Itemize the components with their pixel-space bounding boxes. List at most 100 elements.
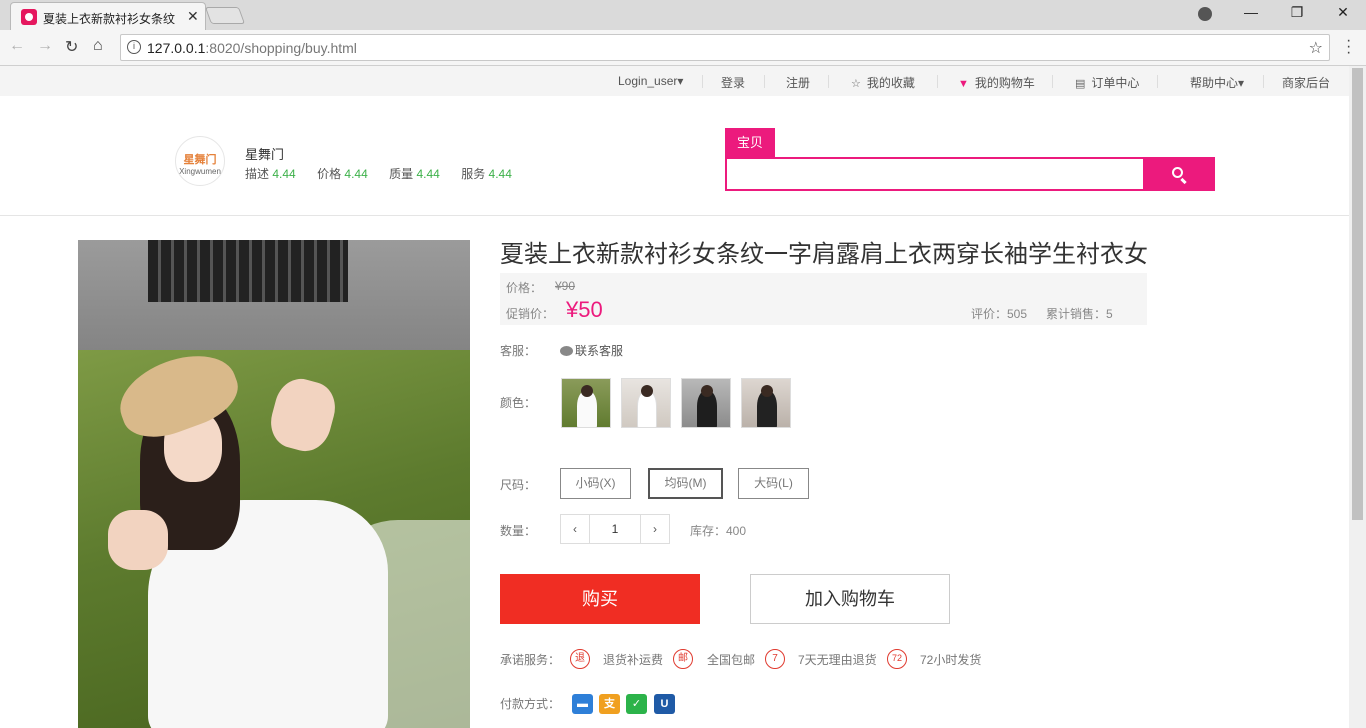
promise-return-shipping: 退货补运费 (603, 653, 664, 667)
scrollbar-thumb[interactable] (1352, 68, 1363, 520)
reload-icon[interactable]: ↻ (65, 37, 78, 57)
card-icon: ▬ (572, 694, 593, 714)
price-label: 价格： (506, 281, 543, 295)
search-input[interactable] (725, 157, 1145, 191)
forward-arrow-icon[interactable]: → (37, 37, 53, 55)
tab-title: 夏装上衣新款衬衫女条纹 (43, 12, 176, 26)
user-menu[interactable]: Login_user▾ (618, 74, 683, 88)
image-vent (148, 240, 348, 302)
help-menu[interactable]: 帮助中心▾ (1190, 74, 1244, 91)
free-shipping-icon: 邮 (673, 649, 693, 669)
browser-menu-icon[interactable]: · · · (1346, 33, 1351, 61)
shop-logo[interactable]: 星舞门 Xingwumen (175, 136, 225, 186)
rating-label: 质量 (389, 167, 414, 181)
swatch-head (641, 385, 653, 397)
unionpay-icon: U (654, 694, 675, 714)
color-swatch-white-2[interactable] (621, 378, 671, 428)
nav-divider (1157, 75, 1158, 88)
tab-close-icon[interactable]: ✕ (187, 8, 199, 25)
document-icon: ▤ (1075, 78, 1086, 90)
size-option-large[interactable]: 大码(L) (738, 468, 809, 499)
url-text: 127.0.0.1:8020/shopping/buy.html (147, 40, 357, 56)
service-label: 客服： (500, 344, 537, 358)
cart-link[interactable]: ▼ 我的购物车 (958, 74, 1035, 91)
seventy-two-hour-icon: 72 (887, 649, 907, 669)
close-window-button[interactable]: ✕ (1320, 4, 1366, 21)
cart-icon: ▼ (958, 78, 969, 90)
bookmark-star-icon[interactable]: ☆ (1309, 38, 1323, 58)
star-icon: ☆ (851, 78, 861, 90)
buy-button[interactable]: 购买 (500, 574, 700, 624)
search-tab-items[interactable]: 宝贝 (725, 128, 775, 157)
rating-label: 服务 (461, 167, 486, 181)
favicon-icon (21, 9, 37, 25)
quantity-decrease-button[interactable]: ‹ (561, 515, 590, 543)
shop-name[interactable]: 星舞门 (245, 144, 284, 163)
color-swatch-black-1[interactable] (681, 378, 731, 428)
rating-value: 4.44 (344, 167, 368, 181)
wechat-pay-icon: ✓ (626, 694, 647, 714)
alipay-icon: 支 (599, 694, 620, 714)
home-icon[interactable]: ⌂ (93, 37, 103, 55)
url-field[interactable]: i 127.0.0.1:8020/shopping/buy.html ☆ (120, 34, 1330, 61)
seven-day-return-icon: 7 (765, 649, 785, 669)
rating-service: 服务 4.44 (461, 167, 512, 181)
color-label: 颜色： (500, 396, 537, 410)
size-label: 尺码： (500, 478, 537, 492)
back-arrow-icon[interactable]: ← (9, 37, 25, 55)
minimize-button[interactable]: — (1228, 4, 1274, 20)
quantity-stepper: ‹ › (560, 514, 670, 544)
login-link[interactable]: 登录 (721, 74, 745, 91)
add-to-cart-button[interactable]: 加入购物车 (750, 574, 950, 624)
profile-icon[interactable] (1198, 7, 1212, 21)
size-option-small[interactable]: 小码(X) (560, 468, 631, 499)
nav-divider (702, 75, 703, 88)
rating-value: 4.44 (272, 167, 296, 181)
url-path: :8020/shopping/buy.html (205, 40, 357, 56)
contact-service-label: 联系客服 (575, 344, 624, 358)
new-tab-button[interactable] (204, 7, 246, 24)
shop-header: 星舞门 Xingwumen 星舞门 描述 4.44 价格 4.44 质量 4.4… (0, 96, 1349, 216)
shop-ratings: 描述 4.44 价格 4.44 质量 4.44 服务 4.44 (245, 165, 530, 182)
rating-label: 价格 (317, 167, 342, 181)
logo-text: 星舞门 (183, 154, 217, 166)
return-shipping-icon: 退 (570, 649, 590, 669)
quantity-label: 数量： (500, 524, 537, 538)
promo-price: ¥50 (566, 297, 603, 322)
browser-tab-bar: 夏装上衣新款衬衫女条纹 ✕ — ❐ ✕ (0, 0, 1366, 30)
contact-service-link[interactable]: 联系客服 (560, 342, 623, 359)
favorites-link[interactable]: ☆ 我的收藏 (851, 74, 915, 91)
browser-tab[interactable]: 夏装上衣新款衬衫女条纹 ✕ (10, 2, 206, 30)
address-bar-row: ← → ↻ ⌂ i 127.0.0.1:8020/shopping/buy.ht… (0, 30, 1366, 66)
promise-72h-shipping: 72小时发货 (920, 653, 982, 667)
rating-label: 描述 (245, 167, 270, 181)
color-swatch-white-1[interactable] (561, 378, 611, 428)
nav-divider (764, 75, 765, 88)
quantity-increase-button[interactable]: › (640, 515, 669, 543)
product-main-image[interactable] (78, 240, 470, 728)
page-scrollbar[interactable] (1349, 66, 1366, 728)
search-button[interactable] (1143, 157, 1215, 191)
rating-quality: 质量 4.44 (389, 167, 440, 181)
search-icon (1172, 167, 1183, 178)
register-link[interactable]: 注册 (786, 74, 810, 91)
image-hand (108, 510, 168, 570)
info-icon[interactable]: i (127, 40, 141, 54)
url-host: 127.0.0.1 (147, 40, 206, 56)
quantity-input[interactable] (591, 515, 639, 543)
evaluation-count[interactable]: 评价：505 (971, 305, 1027, 322)
promise-free-shipping: 全国包邮 (707, 653, 756, 667)
payment-label: 付款方式： (500, 697, 561, 711)
promo-label: 促销价： (506, 307, 555, 321)
logo-subtext: Xingwumen (179, 167, 221, 176)
merchant-link[interactable]: 商家后台 (1282, 74, 1330, 91)
rating-value: 4.44 (488, 167, 512, 181)
rating-price: 价格 4.44 (317, 167, 368, 181)
favorites-label: 我的收藏 (866, 76, 915, 90)
size-option-medium[interactable]: 均码(M) (648, 468, 723, 499)
restore-button[interactable]: ❐ (1274, 4, 1320, 21)
sales-count: 累计销售：5 (1046, 307, 1113, 321)
orders-link[interactable]: ▤ 订单中心 (1075, 74, 1139, 91)
original-price: ¥90 (555, 279, 576, 293)
color-swatch-black-2[interactable] (741, 378, 791, 428)
